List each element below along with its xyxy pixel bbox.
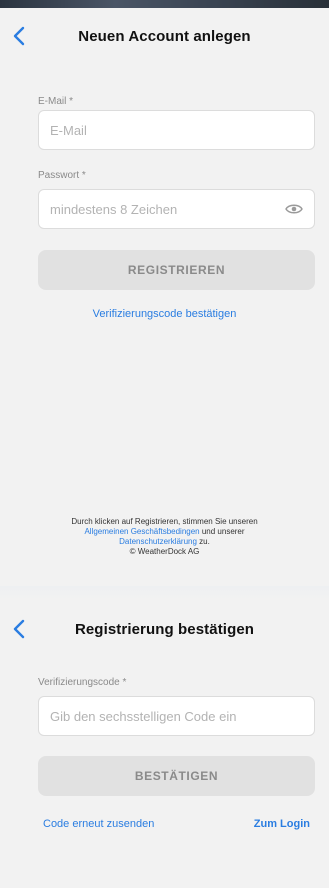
password-placeholder: mindestens 8 Zeichen	[50, 201, 178, 217]
privacy-link[interactable]: Datenschutzerklärung	[119, 537, 197, 546]
chevron-left-icon	[13, 619, 25, 639]
eye-icon[interactable]	[285, 203, 303, 215]
password-field[interactable]: mindestens 8 Zeichen	[38, 189, 315, 229]
verification-code-field[interactable]: Gib den sechsstelligen Code ein	[38, 696, 315, 736]
verify-screen: Registrierung bestätigen Verifizierungsc…	[0, 600, 329, 888]
legal-text-3: zu.	[196, 537, 210, 546]
back-button[interactable]	[8, 23, 30, 49]
confirm-button[interactable]: BESTÄTIGEN	[38, 756, 315, 796]
terms-link[interactable]: Allgemeinen Geschäftsbedingen	[84, 527, 199, 536]
password-label: Passwort *	[38, 170, 86, 181]
back-button[interactable]	[8, 616, 30, 642]
status-bar-middle	[0, 586, 329, 600]
legal-line-2: Allgemeinen Geschäftsbedingen und unsere…	[0, 527, 329, 537]
page-title: Registrierung bestätigen	[74, 620, 255, 638]
legal-line-3: Datenschutzerklärung zu.	[0, 537, 329, 547]
register-navbar: Neuen Account anlegen	[0, 8, 329, 64]
login-link[interactable]: Zum Login	[254, 818, 310, 830]
code-label: Verifizierungscode *	[38, 677, 127, 688]
legal-text-2: und unserer	[199, 527, 245, 536]
copyright-text: © WeatherDock AG	[129, 547, 200, 556]
code-placeholder: Gib den sechsstelligen Code ein	[50, 708, 237, 724]
email-field[interactable]: E-Mail	[38, 110, 315, 150]
register-button[interactable]: REGISTRIEREN	[38, 250, 315, 290]
page-title: Neuen Account anlegen	[78, 27, 251, 45]
resend-code-link[interactable]: Code erneut zusenden	[43, 818, 154, 830]
verify-code-link[interactable]: Verifizierungscode bestätigen	[0, 308, 329, 320]
email-placeholder: E-Mail	[50, 122, 87, 138]
legal-text-1: Durch klicken auf Registrieren, stimmen …	[71, 517, 258, 526]
email-label: E-Mail *	[38, 96, 74, 107]
legal-notice: Durch klicken auf Registrieren, stimmen …	[0, 517, 329, 557]
chevron-left-icon	[13, 26, 25, 46]
verify-navbar: Registrierung bestätigen	[0, 600, 329, 658]
register-screen: Neuen Account anlegen E-Mail * E-Mail Pa…	[0, 8, 329, 586]
status-bar-top	[0, 0, 329, 8]
